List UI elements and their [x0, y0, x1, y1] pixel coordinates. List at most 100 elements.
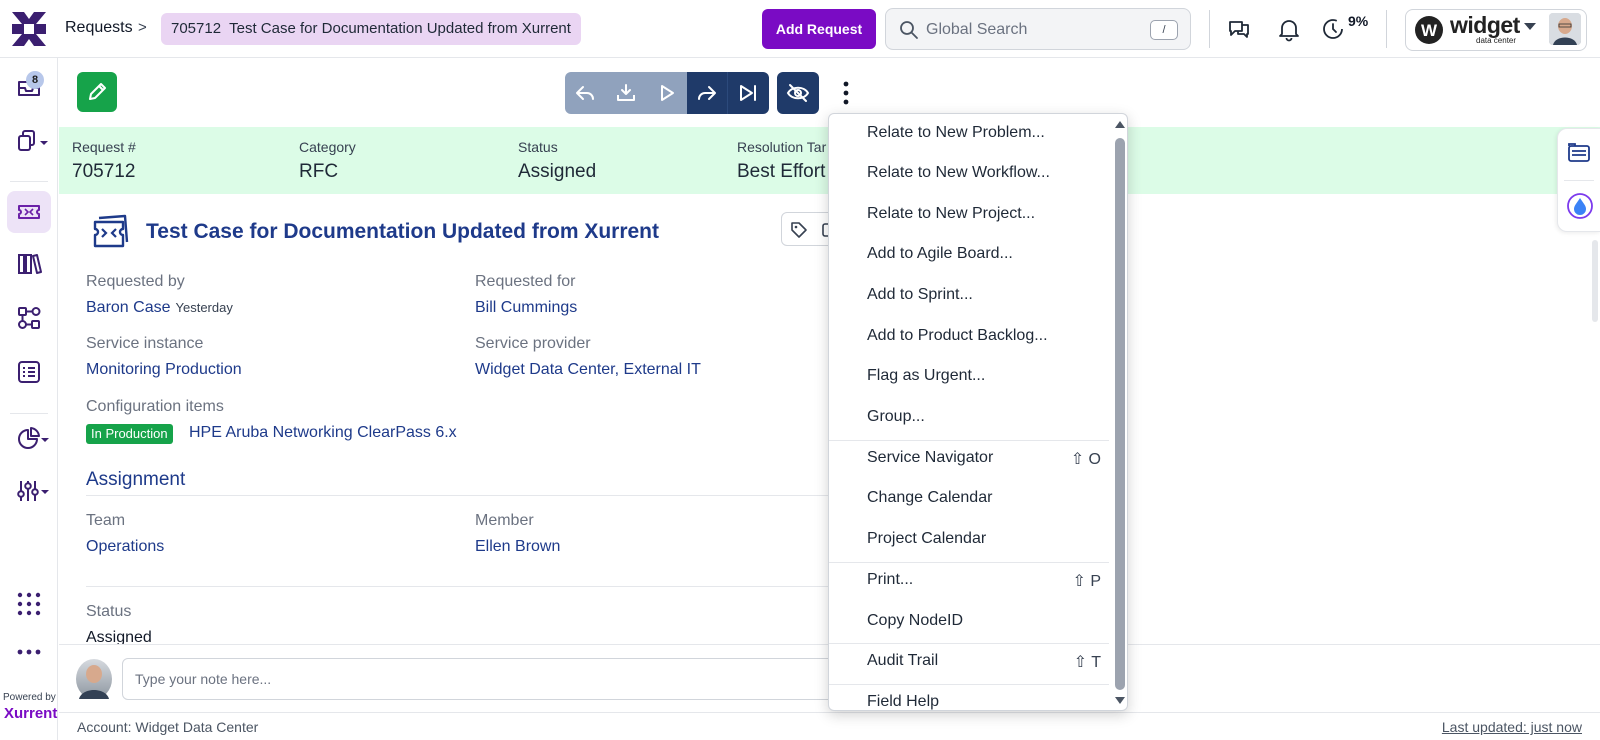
- account-subtitle: data center: [1476, 36, 1517, 45]
- category-label: Category: [299, 139, 356, 155]
- menu-item-print[interactable]: Print... ⇧ P: [829, 561, 1109, 601]
- requested-by-name[interactable]: Baron Case: [86, 299, 171, 316]
- forward-button[interactable]: [687, 72, 727, 114]
- reply-button[interactable]: [565, 72, 605, 114]
- time-tracking-clock-icon[interactable]: [1320, 16, 1346, 42]
- global-search-box[interactable]: /: [885, 8, 1191, 50]
- ci-status-badge: In Production: [86, 424, 173, 444]
- page-scrollbar-thumb[interactable]: [1592, 240, 1598, 322]
- menu-item-add-sprint[interactable]: Add to Sprint...: [829, 276, 1109, 316]
- menu-item-service-navigator[interactable]: Service Navigator ⇧ O: [829, 439, 1109, 479]
- menu-item-relate-new-workflow[interactable]: Relate to New Workflow...: [829, 154, 1109, 194]
- analytics-icon[interactable]: [15, 425, 51, 453]
- menu-item-field-help[interactable]: Field Help: [829, 683, 1109, 710]
- play-button[interactable]: [647, 72, 687, 114]
- configuration-item-link[interactable]: HPE Aruba Networking ClearPass 6.x: [189, 424, 457, 442]
- menu-item-relate-new-problem[interactable]: Relate to New Problem...: [829, 114, 1109, 154]
- menu-scrollbar-thumb[interactable]: [1115, 138, 1125, 690]
- menu-item-label: Flag as Urgent...: [867, 367, 986, 384]
- menu-item-change-calendar[interactable]: Change Calendar: [829, 479, 1109, 519]
- service-provider-link[interactable]: Widget Data Center, External IT: [475, 361, 701, 379]
- eye-off-icon: [786, 84, 810, 102]
- menu-item-label: Add to Product Backlog...: [867, 327, 1048, 344]
- status-label: Status: [518, 139, 558, 155]
- documents-icon[interactable]: [15, 127, 51, 155]
- menu-scroll-down-icon[interactable]: [1115, 697, 1125, 704]
- requested-by-link[interactable]: Baron Case Yesterday: [86, 299, 233, 317]
- xurrent-logo-icon[interactable]: [10, 10, 48, 48]
- nav-divider: [10, 413, 48, 414]
- requested-for-link[interactable]: Bill Cummings: [475, 299, 577, 317]
- details-status-label: Status: [86, 603, 132, 620]
- service-instance-label: Service instance: [86, 335, 204, 352]
- team-link[interactable]: Operations: [86, 538, 164, 556]
- request-ticket-icon: [93, 214, 129, 248]
- menu-item-flag-urgent[interactable]: Flag as Urgent...: [829, 357, 1109, 397]
- hide-internal-button[interactable]: [777, 72, 819, 114]
- library-icon[interactable]: [15, 250, 43, 278]
- category-value: RFC: [299, 161, 339, 182]
- search-shortcut-key: /: [1150, 20, 1178, 40]
- toolbar-active-group: [687, 72, 769, 114]
- menu-item-audit-trail[interactable]: Audit Trail ⇧ T: [829, 642, 1109, 682]
- menu-item-add-product-backlog[interactable]: Add to Product Backlog...: [829, 317, 1109, 357]
- assignment-heading: Assignment: [86, 469, 186, 490]
- request-number-label: Request #: [72, 139, 136, 155]
- resolution-target-label: Resolution Tar: [737, 139, 827, 155]
- menu-item-label: Relate to New Project...: [867, 205, 1036, 222]
- tag-icon[interactable]: [790, 221, 808, 239]
- play-icon: [661, 85, 674, 101]
- menu-item-relate-new-project[interactable]: Relate to New Project...: [829, 195, 1109, 235]
- breadcrumb-requests-link[interactable]: Requests: [65, 19, 133, 37]
- header-divider: [1386, 10, 1387, 48]
- request-number-value: 705712: [72, 161, 136, 182]
- member-link[interactable]: Ellen Brown: [475, 538, 560, 556]
- widget-logo-icon: W: [1415, 16, 1443, 44]
- menu-item-project-calendar[interactable]: Project Calendar: [829, 520, 1109, 560]
- left-navigation: [0, 58, 58, 740]
- edit-button[interactable]: [77, 72, 117, 112]
- note-author-avatar: [76, 659, 112, 699]
- menu-item-label: Project Calendar: [867, 530, 987, 547]
- resolution-target-value: Best Effort: [737, 161, 826, 182]
- nav-divider: [10, 181, 48, 182]
- more-dots-icon[interactable]: [15, 645, 43, 659]
- workflow-icon[interactable]: [15, 304, 43, 332]
- requested-for-label: Requested for: [475, 273, 576, 290]
- requested-by-label: Requested by: [86, 273, 185, 290]
- feedback-chat-icon[interactable]: [1226, 16, 1252, 42]
- settings-sliders-icon[interactable]: [15, 477, 51, 505]
- last-updated-link[interactable]: Last updated: just now: [1442, 719, 1582, 735]
- menu-item-label: Print...: [867, 571, 914, 588]
- xurrent-brand[interactable]: Xurrent: [4, 705, 57, 722]
- menu-item-copy-nodeid[interactable]: Copy NodeID: [829, 602, 1109, 642]
- list-icon[interactable]: [15, 358, 43, 386]
- user-portrait-icon: [79, 665, 109, 699]
- save-download-button[interactable]: [606, 72, 646, 114]
- time-progress-percent: 9%: [1348, 13, 1369, 29]
- pencil-icon: [89, 83, 106, 100]
- notifications-bell-icon[interactable]: [1276, 16, 1302, 42]
- service-instance-link[interactable]: Monitoring Production: [86, 361, 242, 379]
- apps-grid-icon[interactable]: [15, 590, 43, 618]
- menu-item-label: Audit Trail: [867, 652, 939, 669]
- menu-item-group[interactable]: Group...: [829, 398, 1109, 438]
- ai-assistant-drop-icon[interactable]: [1566, 192, 1594, 220]
- ticket-icon[interactable]: [15, 198, 43, 226]
- configuration-items-label: Configuration items: [86, 398, 224, 415]
- user-avatar[interactable]: [1549, 13, 1581, 45]
- id-card-icon[interactable]: [1567, 141, 1591, 165]
- more-actions-kebab-icon[interactable]: [836, 78, 856, 108]
- menu-scroll-up-icon[interactable]: [1115, 121, 1125, 128]
- note-input[interactable]: [122, 658, 842, 700]
- menu-item-add-agile-board[interactable]: Add to Agile Board...: [829, 235, 1109, 275]
- breadcrumb-separator: >: [138, 19, 147, 36]
- add-request-button[interactable]: Add Request: [762, 9, 876, 49]
- chevron-down-icon[interactable]: [1524, 23, 1536, 30]
- forward-icon: [698, 86, 716, 100]
- menu-item-label: Add to Agile Board...: [867, 245, 1013, 262]
- skip-to-end-button[interactable]: [728, 72, 768, 114]
- service-provider-label: Service provider: [475, 335, 591, 352]
- requested-when: Yesterday: [175, 300, 233, 315]
- global-search-input[interactable]: [926, 19, 1126, 41]
